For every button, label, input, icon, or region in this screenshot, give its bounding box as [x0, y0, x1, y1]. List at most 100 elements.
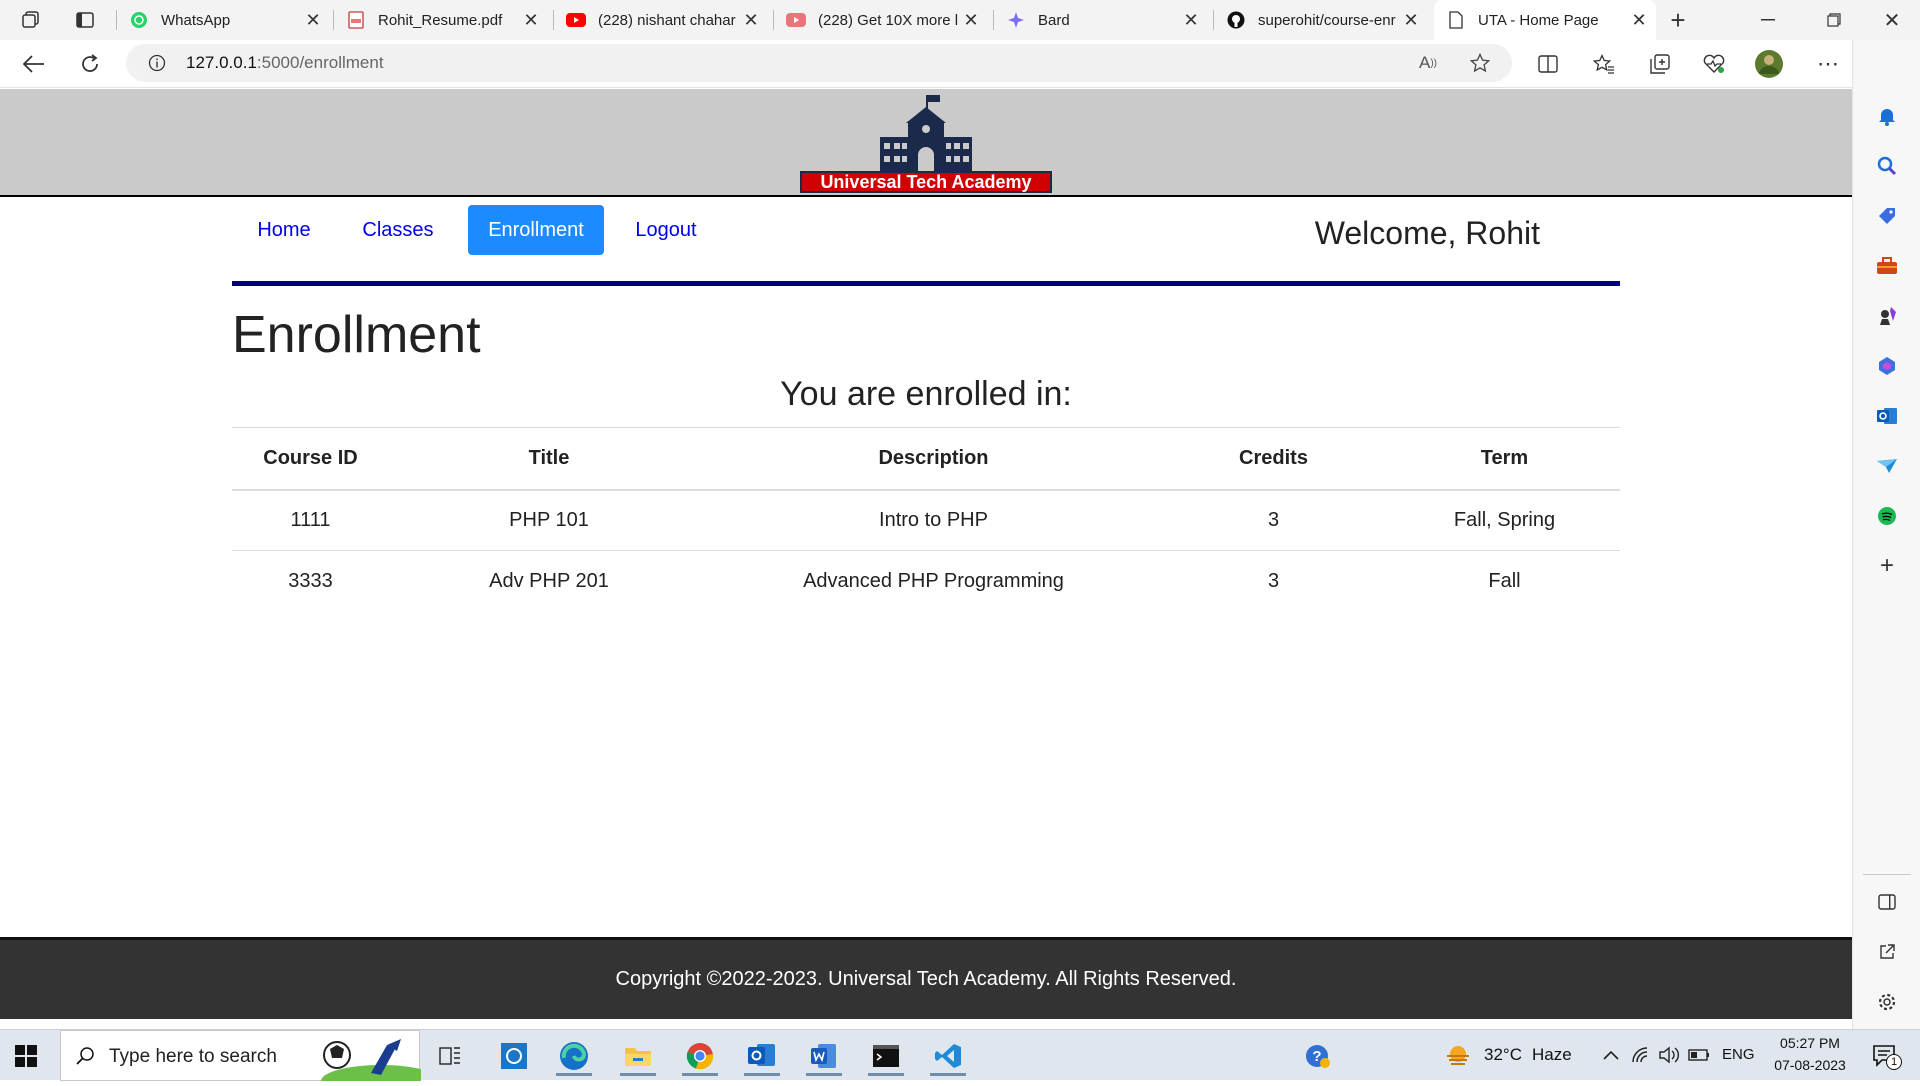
weather-desc[interactable]: Haze	[1532, 1045, 1572, 1065]
cell-course-id: 3333	[232, 550, 389, 612]
taskbar-search-box[interactable]: Type here to search	[60, 1030, 441, 1086]
restore-icon[interactable]	[1822, 8, 1846, 32]
close-window-icon[interactable]: ✕	[1880, 8, 1904, 32]
tab-resume-pdf[interactable]: Rohit_Resume.pdf ✕	[334, 0, 548, 40]
active-app-indicator	[620, 1073, 656, 1076]
outlook-app-icon[interactable]	[742, 1036, 782, 1076]
address-bar[interactable]: 127.0.0.1:5000/enrollment A))	[126, 44, 1512, 82]
nav-home[interactable]: Home	[232, 205, 336, 255]
split-screen-icon[interactable]	[1534, 50, 1562, 78]
help-icon[interactable]: ?	[1298, 1036, 1338, 1076]
search-highlight-image	[321, 1035, 441, 1086]
collections-icon[interactable]	[1646, 50, 1674, 78]
weather-temp[interactable]: 32°C	[1484, 1045, 1522, 1065]
active-app-indicator	[682, 1073, 718, 1076]
battery-icon[interactable]	[1688, 1044, 1710, 1066]
minimize-icon[interactable]	[1756, 8, 1780, 32]
spotify-icon[interactable]	[1875, 504, 1899, 528]
search-icon	[73, 1044, 97, 1068]
weather-haze-icon[interactable]	[1444, 1042, 1472, 1070]
tab-actions-icon[interactable]	[72, 8, 98, 32]
active-app-indicator	[868, 1073, 904, 1076]
favorites-icon[interactable]	[1590, 50, 1618, 78]
cell-title: Adv PHP 201	[389, 550, 709, 612]
nav-logout[interactable]: Logout	[616, 205, 716, 255]
close-tab-icon[interactable]: ✕	[960, 9, 982, 31]
school-logo[interactable]: Universal Tech Academy	[800, 93, 1052, 193]
main-nav: Home Classes Enrollment Logout Welcome, …	[232, 205, 1620, 265]
close-tab-icon[interactable]: ✕	[740, 9, 762, 31]
photos-app-icon[interactable]	[494, 1036, 534, 1076]
cell-description: Intro to PHP	[709, 489, 1158, 551]
tools-icon[interactable]	[1875, 254, 1899, 278]
profile-avatar[interactable]	[1754, 49, 1784, 79]
external-link-icon[interactable]	[1875, 940, 1899, 964]
notifications-icon[interactable]: 1	[1870, 1042, 1902, 1072]
tab-youtube-1[interactable]: (228) nishant chahar ✕	[554, 0, 768, 40]
enrollment-table: Course ID Title Description Credits Term…	[232, 427, 1620, 612]
bell-icon[interactable]	[1875, 104, 1899, 128]
microsoft-365-icon[interactable]	[1875, 354, 1899, 378]
games-icon[interactable]	[1875, 304, 1899, 328]
active-app-indicator	[930, 1073, 966, 1076]
edge-browser-icon[interactable]	[554, 1036, 594, 1076]
tab-strip: WhatsApp ✕ Rohit_Resume.pdf ✕ (228) nish…	[0, 0, 1920, 40]
chrome-icon[interactable]	[680, 1036, 720, 1076]
close-tab-icon[interactable]: ✕	[1180, 9, 1202, 31]
url-text: 127.0.0.1:5000/enrollment	[186, 44, 384, 82]
vscode-app-icon[interactable]	[928, 1036, 968, 1076]
close-tab-icon[interactable]: ✕	[520, 9, 542, 31]
copyright-text: Copyright ©2022-2023. Universal Tech Aca…	[615, 968, 1237, 990]
volume-icon[interactable]	[1658, 1044, 1680, 1066]
tab-uta-home[interactable]: UTA - Home Page ✕	[1434, 0, 1656, 40]
cell-credits: 3	[1158, 550, 1389, 612]
windows-start-icon[interactable]	[12, 1042, 40, 1070]
wifi-icon[interactable]	[1630, 1044, 1652, 1066]
page-title: Enrollment	[232, 306, 481, 364]
url-host: 127.0.0.1	[186, 53, 257, 72]
read-aloud-icon[interactable]: A))	[1416, 52, 1440, 74]
tab-title: UTA - Home Page	[1478, 11, 1599, 29]
chevron-up-icon[interactable]	[1600, 1044, 1622, 1066]
favorite-star-icon[interactable]	[1468, 52, 1492, 74]
tab-bard[interactable]: Bard ✕	[994, 0, 1208, 40]
task-view-icon[interactable]	[430, 1036, 470, 1076]
logo-text: Universal Tech Academy	[820, 172, 1032, 192]
nav-classes[interactable]: Classes	[346, 205, 450, 255]
tab-whatsapp[interactable]: WhatsApp ✕	[117, 0, 330, 40]
tab-github[interactable]: superohit/course-enr ✕	[1214, 0, 1428, 40]
site-info-icon[interactable]	[146, 52, 168, 74]
hide-sidebar-icon[interactable]	[1875, 890, 1899, 914]
cell-title: PHP 101	[389, 489, 709, 551]
file-explorer-icon[interactable]	[618, 1036, 658, 1076]
clock-date[interactable]: 07-08-2023	[1770, 1057, 1850, 1073]
browser-essentials-icon[interactable]	[1700, 50, 1728, 78]
close-tab-icon[interactable]: ✕	[1400, 9, 1422, 31]
drop-icon[interactable]	[1875, 454, 1899, 478]
github-icon	[1226, 10, 1246, 30]
close-tab-icon[interactable]: ✕	[1628, 9, 1650, 31]
add-sidebar-app-icon[interactable]: +	[1875, 552, 1899, 579]
notification-count: 1	[1886, 1054, 1902, 1070]
shopping-tag-icon[interactable]	[1875, 204, 1899, 228]
back-arrow-icon[interactable]	[20, 50, 48, 78]
tab-title: WhatsApp	[161, 11, 231, 29]
active-app-indicator	[806, 1073, 842, 1076]
tab-title: (228) Get 10X more l	[818, 11, 959, 29]
outlook-icon[interactable]	[1875, 404, 1899, 428]
input-language[interactable]: ENG	[1722, 1046, 1755, 1063]
clock-time[interactable]: 05:27 PM	[1770, 1035, 1850, 1051]
search-icon[interactable]	[1875, 154, 1899, 178]
word-app-icon[interactable]	[804, 1036, 844, 1076]
youtube-icon	[786, 10, 806, 30]
close-tab-icon[interactable]: ✕	[302, 9, 324, 31]
edge-sidebar: +	[1852, 40, 1920, 1029]
more-options-icon[interactable]: ⋯	[1814, 50, 1842, 78]
new-tab-icon[interactable]: +	[1664, 5, 1692, 35]
refresh-icon[interactable]	[76, 50, 104, 78]
tab-youtube-2[interactable]: (228) Get 10X more l ✕	[774, 0, 988, 40]
nav-enrollment[interactable]: Enrollment	[468, 205, 604, 255]
settings-gear-icon[interactable]	[1875, 990, 1899, 1014]
terminal-app-icon[interactable]	[866, 1036, 906, 1076]
workspaces-icon[interactable]	[18, 8, 44, 32]
